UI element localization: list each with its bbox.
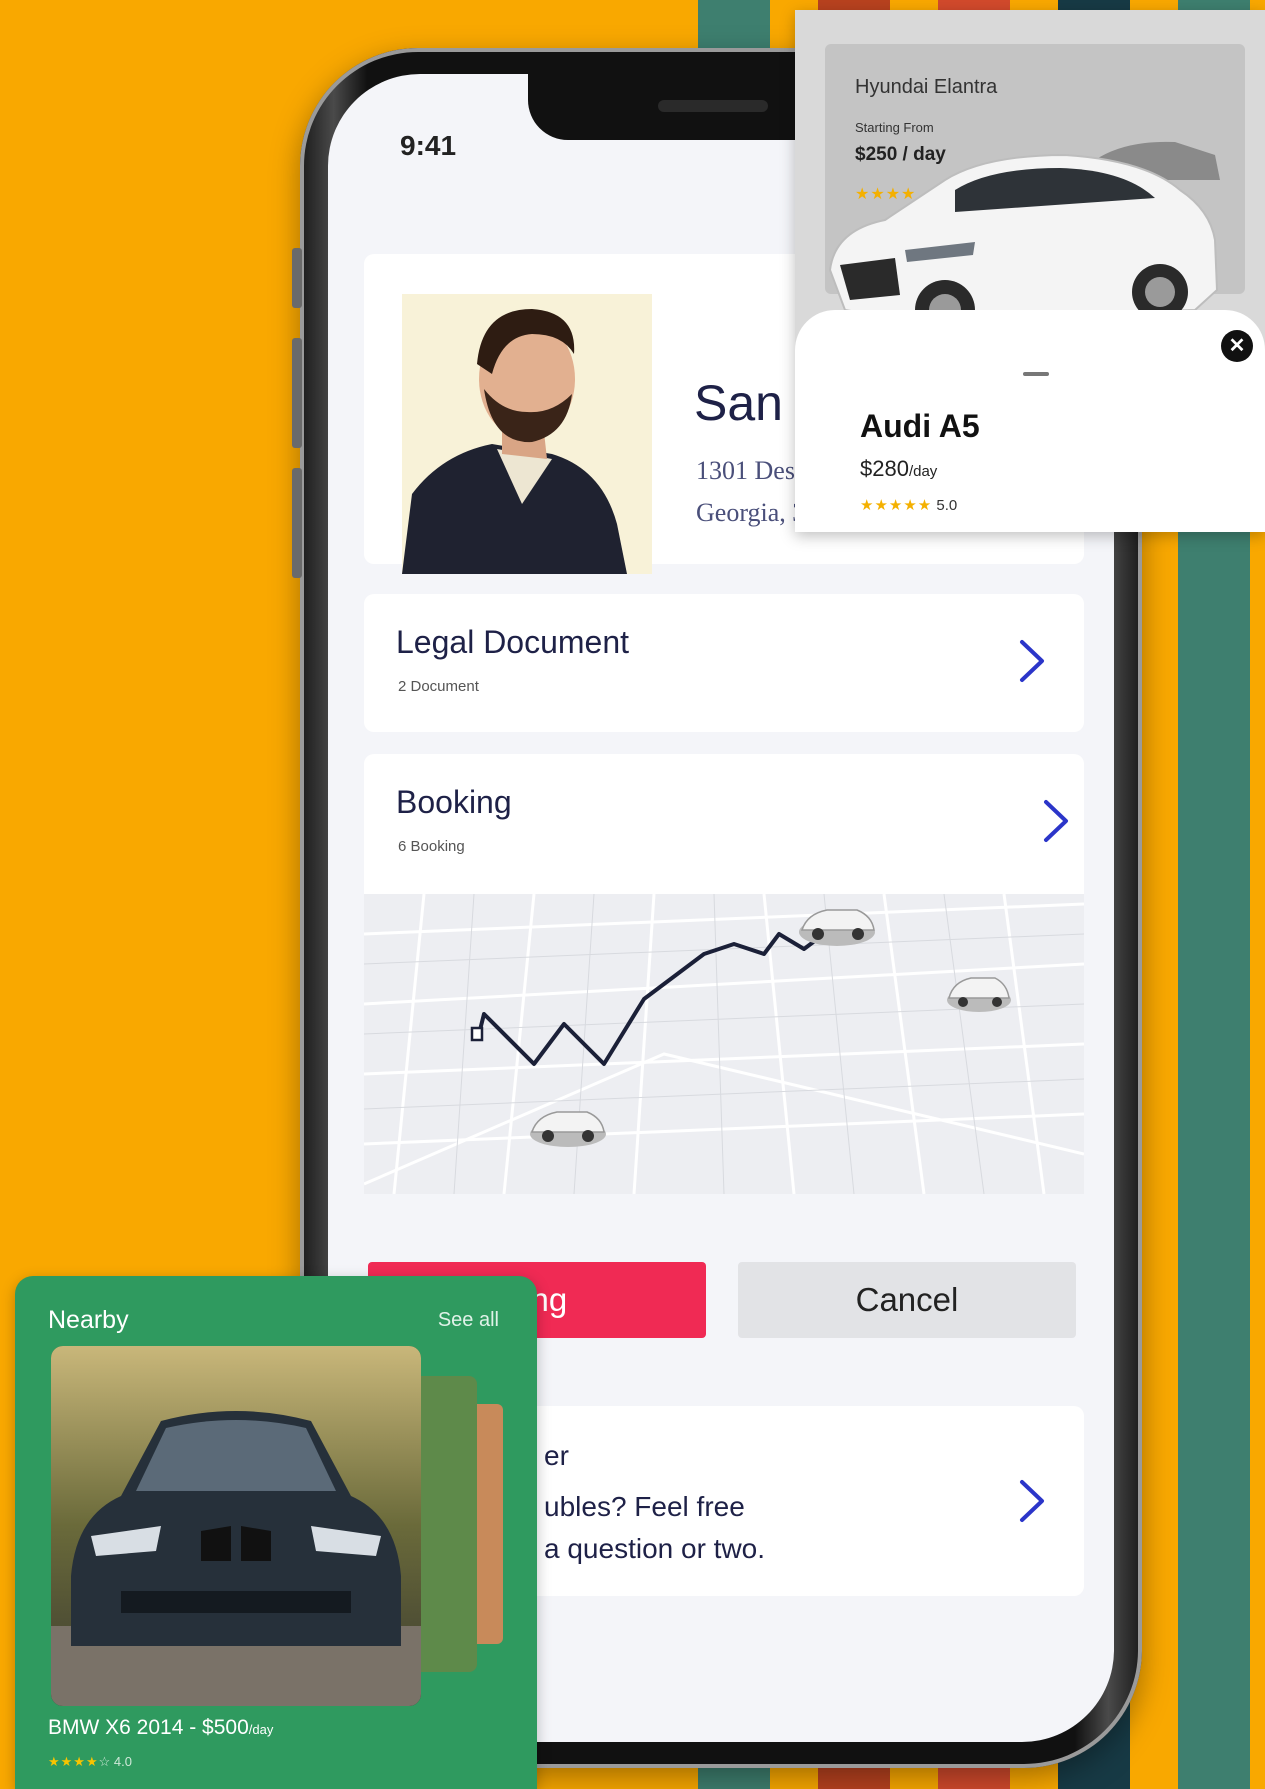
chevron-right-icon	[1020, 640, 1044, 682]
legal-document-count: 2 Document	[398, 678, 479, 695]
booking-title: Booking	[396, 784, 512, 820]
help-line-1: ubles? Feel free	[544, 1491, 745, 1522]
avatar	[402, 294, 652, 574]
nearby-panel: Nearby See all BMW X6 2014 - $500/day ★★…	[15, 1276, 537, 1789]
chevron-right-icon	[1044, 800, 1068, 842]
legal-document-row[interactable]: Legal Document 2 Document	[364, 594, 1084, 732]
background-car-model: Hyundai Elantra	[855, 76, 998, 98]
cancel-button[interactable]: Cancel	[738, 1262, 1076, 1338]
sheet-drag-handle[interactable]	[1023, 372, 1049, 376]
phone-volume-up	[292, 338, 302, 448]
car-price: $280/day	[860, 456, 938, 481]
status-time: 9:41	[400, 130, 457, 161]
map-canvas	[364, 894, 1084, 1194]
phone-volume-down	[292, 468, 302, 578]
nearby-car-photo[interactable]	[51, 1346, 421, 1706]
phone-side-button	[292, 248, 302, 308]
help-line-2: a question or two.	[544, 1533, 766, 1564]
close-icon[interactable]: ✕	[1221, 330, 1253, 362]
booking-count: 6 Booking	[398, 838, 465, 855]
help-text: ubles? Feel free a question or two.	[544, 1486, 765, 1570]
route-map[interactable]	[364, 894, 1084, 1194]
nearby-title: Nearby	[48, 1306, 129, 1334]
legal-document-title: Legal Document	[396, 624, 630, 660]
see-all-link[interactable]: See all	[438, 1309, 499, 1332]
nearby-car-rating: ★★★★☆ 4.0	[48, 1754, 132, 1769]
car-title: Audi A5	[860, 408, 980, 444]
car-detail-popup: Hyundai Elantra Starting From $250 / day…	[795, 10, 1265, 532]
chevron-right-icon	[1020, 1480, 1044, 1522]
nearby-car-caption: BMW X6 2014 - $500/day	[48, 1716, 274, 1739]
booking-row[interactable]: Booking 6 Booking	[364, 754, 1084, 894]
car-detail-sheet: ✕ Audi A5 $280/day ★★★★★ 5.0	[795, 310, 1265, 532]
bmw-car-image	[51, 1346, 421, 1706]
avatar-photo	[402, 294, 652, 574]
help-title: er	[544, 1440, 569, 1471]
car-rating: ★★★★★ 5.0	[860, 497, 958, 514]
